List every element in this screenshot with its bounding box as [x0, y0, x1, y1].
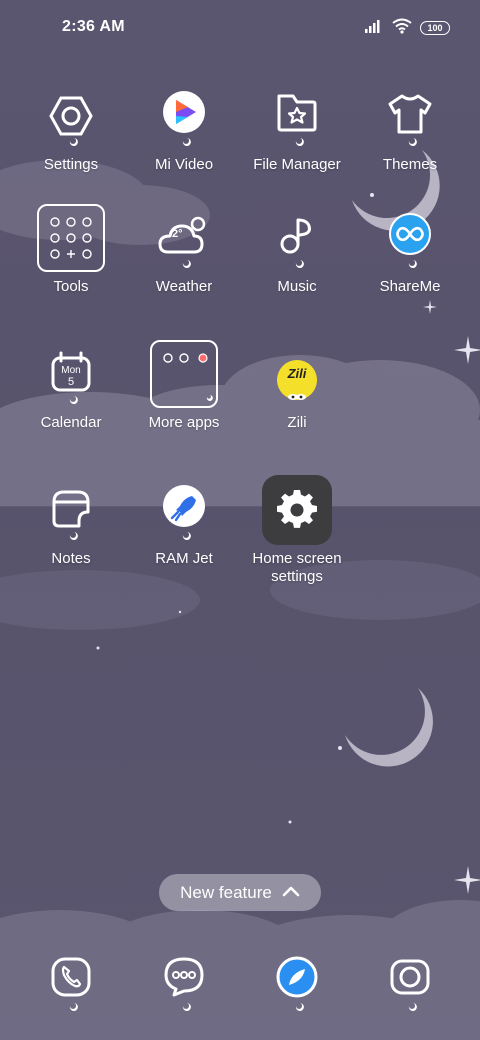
dock-phone[interactable]: [31, 940, 111, 1020]
app-label: Home screen settings: [252, 550, 342, 585]
app-label: ShareMe: [379, 278, 441, 295]
dock-browser[interactable]: [257, 940, 337, 1020]
status-bar: 2:36 AM 100: [0, 0, 480, 56]
shareme-icon: [374, 202, 446, 274]
app-file-manager[interactable]: File Manager: [237, 80, 357, 174]
app-label: RAM Jet: [155, 550, 213, 567]
app-themes[interactable]: Themes: [350, 80, 470, 174]
dock-messages[interactable]: [144, 940, 224, 1020]
app-calendar[interactable]: Mon 5 Calendar: [11, 338, 131, 432]
app-label: More apps: [148, 414, 220, 431]
browser-icon: [276, 956, 318, 1011]
music-icon: [261, 202, 333, 274]
battery-icon: 100: [420, 21, 450, 35]
app-label: Zili: [287, 414, 307, 431]
app-label: Mi Video: [154, 156, 214, 173]
calendar-icon: Mon 5: [35, 338, 107, 410]
app-shareme[interactable]: ShareMe: [350, 202, 470, 296]
app-ram-jet[interactable]: RAM Jet: [124, 474, 244, 568]
home-screen-settings-icon: [261, 474, 333, 546]
app-weather[interactable]: 2° Weather: [124, 202, 244, 296]
home-screen-settings[interactable]: Home screen settings: [237, 474, 357, 586]
chevron-up-icon: [282, 884, 300, 902]
folder-icon: [148, 338, 220, 410]
settings-icon: [35, 80, 107, 152]
status-time: 2:36 AM: [62, 18, 125, 35]
wifi-icon: [392, 18, 412, 39]
app-zili[interactable]: Zili Zili: [237, 338, 357, 432]
folder-more-apps[interactable]: More apps: [124, 338, 244, 432]
app-label: Notes: [51, 550, 91, 567]
messages-icon: [164, 957, 204, 1011]
camera-icon: [390, 959, 430, 1011]
app-label: Weather: [155, 278, 213, 295]
app-settings[interactable]: Settings: [11, 80, 131, 174]
ram-jet-icon: [148, 474, 220, 546]
new-feature-label: New feature: [180, 882, 272, 902]
signal-icon: [364, 19, 384, 38]
file-manager-icon: [261, 80, 333, 152]
app-label: Themes: [382, 156, 438, 173]
calendar-date: 5: [67, 376, 75, 388]
phone-icon: [51, 957, 91, 1011]
zili-icon: Zili: [261, 338, 333, 410]
weather-temp: 2°: [172, 228, 183, 240]
folder-tools[interactable]: Tools: [11, 202, 131, 296]
themes-icon: [374, 80, 446, 152]
folder-icon: [35, 202, 107, 274]
app-notes[interactable]: Notes: [11, 474, 131, 568]
zili-logo: Zili: [287, 366, 307, 381]
app-mi-video[interactable]: Mi Video: [124, 80, 244, 174]
new-feature-button[interactable]: New feature: [159, 874, 321, 911]
app-label: Tools: [53, 278, 89, 295]
app-label: Settings: [43, 156, 99, 173]
app-label: File Manager: [253, 156, 341, 173]
app-music[interactable]: Music: [237, 202, 357, 296]
dock-camera[interactable]: [370, 940, 450, 1020]
mi-video-icon: [148, 80, 220, 152]
weather-icon: 2°: [148, 202, 220, 274]
calendar-day: Mon: [61, 365, 81, 376]
app-label: Calendar: [40, 414, 102, 431]
status-icons: 100: [364, 18, 450, 38]
gear-icon: [277, 490, 317, 528]
notes-icon: [35, 474, 107, 546]
app-label: Music: [277, 278, 317, 295]
